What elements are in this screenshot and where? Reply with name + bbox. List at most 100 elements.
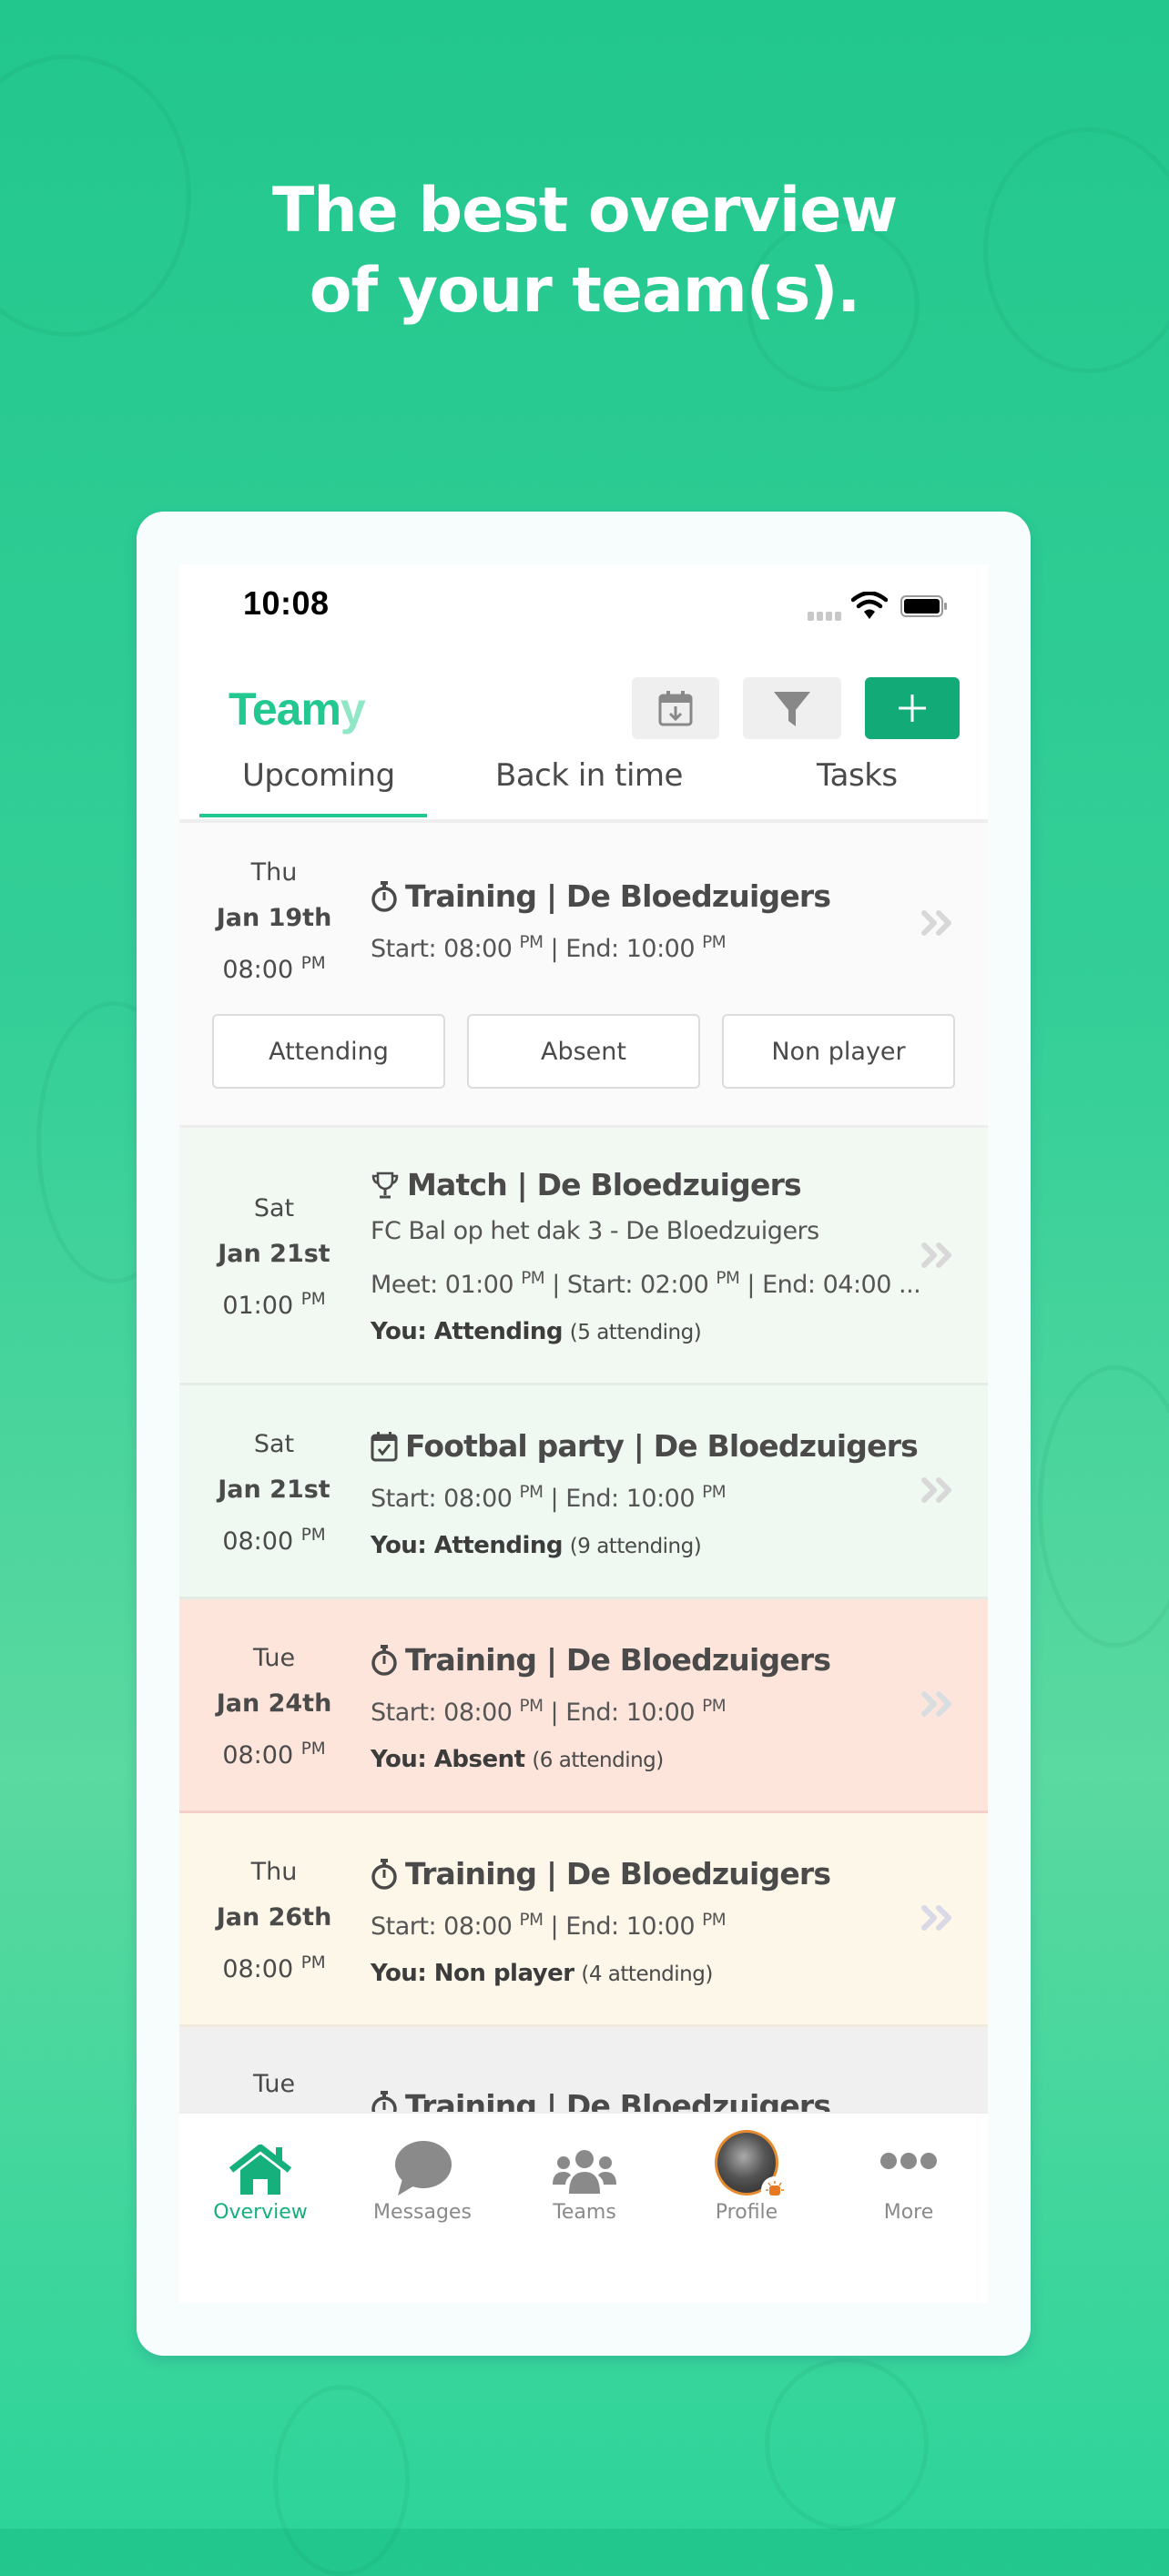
event-body: Training | De Bloedzuigers Start: 08:00 … [371, 1851, 917, 1997]
event-weekday: Sat [253, 1194, 295, 1222]
event-title: Training | De Bloedzuigers [371, 1851, 917, 1897]
event-times: Start: 08:00 PM | End: 10:00 PM [371, 1911, 727, 1941]
nav-label: Messages [373, 2201, 472, 2224]
nav-label: Teams [553, 2201, 616, 2224]
event-time: 01:00 PM [222, 1290, 326, 1320]
bottom-navigation: Overview Messages Teams Profile More [179, 2112, 988, 2303]
trophy-icon [371, 1171, 399, 1199]
background-doodle [1038, 1365, 1169, 1648]
event-date: Sat Jan 21st 08:00 PM [179, 1422, 369, 1565]
event-weekday: Sat [253, 1430, 295, 1458]
event-body: Match | De Bloedzuigers FC Bal op het da… [371, 1162, 921, 1355]
event-title: Training | De Bloedzuigers [371, 874, 917, 919]
app-screen: 10:08 Teamy Upcoming Back in time Tasks … [179, 564, 988, 2303]
event-weekday: Tue [252, 1644, 296, 1672]
event-subtitle: FC Bal op het dak 3 - De Bloedzuigers [371, 1217, 819, 1245]
filter-icon [774, 692, 810, 726]
attending-button[interactable]: Attending [212, 1014, 445, 1089]
group-icon [553, 2150, 616, 2194]
event-item[interactable]: Sat Jan 21st 01:00 PM Match | De Bloedzu… [179, 1128, 988, 1385]
filter-button[interactable] [743, 677, 841, 739]
tab-upcoming[interactable]: Upcoming [242, 757, 395, 794]
app-logo: Teamy [229, 683, 366, 735]
logo-text: Team [229, 684, 341, 735]
nav-teams[interactable]: Teams [503, 2126, 666, 2224]
event-title: Match | De Bloedzuigers [371, 1162, 917, 1208]
nav-messages[interactable]: Messages [341, 2126, 503, 2224]
event-times: Start: 08:00 PM | End: 10:00 PM [371, 933, 727, 963]
event-date: Sat Jan 21st 01:00 PM [179, 1186, 369, 1329]
event-time: 08:00 PM [222, 1739, 326, 1770]
stopwatch-icon [371, 1859, 397, 1890]
rsvp-buttons: Attending Absent Non player [212, 1014, 955, 1089]
background-doodle [765, 2358, 929, 2530]
tab-back-in-time[interactable]: Back in time [495, 757, 683, 794]
logo-accent: y [340, 684, 366, 735]
headline-line-2: of your team(s). [309, 255, 860, 327]
event-item[interactable]: Tue Jan 24th 08:00 PM Training | De Bloe… [179, 1599, 988, 1813]
event-date: Tue [179, 2062, 369, 2107]
event-title: Training | De Bloedzuigers [371, 1638, 917, 1683]
nav-profile[interactable]: Profile [666, 2126, 828, 2224]
double-chevron-right-icon[interactable] [920, 1242, 957, 1269]
wifi-icon [851, 592, 888, 619]
double-chevron-right-icon[interactable] [920, 909, 957, 937]
event-time: 08:00 PM [222, 1526, 326, 1556]
more-dots-icon [880, 2153, 937, 2169]
event-weekday: Thu [250, 1858, 298, 1886]
nav-more[interactable]: More [828, 2126, 988, 2224]
status-bar: 10:08 [179, 564, 988, 652]
cellular-signal-icon [808, 612, 841, 621]
double-chevron-right-icon[interactable] [920, 1476, 957, 1504]
event-body: Training | De Bloedzuigers Start: 08:00 … [371, 874, 917, 973]
background-doodle [273, 2385, 410, 2576]
app-header: Teamy [179, 664, 988, 746]
export-calendar-button[interactable] [632, 677, 719, 739]
event-list[interactable]: Thu Jan 19th 08:00 PM Training | De Bloe… [179, 823, 988, 2241]
stopwatch-icon [371, 881, 397, 912]
event-day: Jan 24th [216, 1689, 332, 1718]
event-attendance: You: Attending (9 attending) [371, 1532, 702, 1559]
calendar-download-icon [658, 691, 693, 726]
calendar-check-icon [371, 1432, 398, 1462]
avatar [715, 2130, 788, 2204]
chat-bubble-icon [395, 2141, 452, 2196]
home-icon [229, 2145, 292, 2195]
status-time: 10:08 [243, 584, 330, 622]
event-time: 08:00 PM [222, 954, 326, 984]
event-item[interactable]: Thu Jan 26th 08:00 PM Training | De Bloe… [179, 1813, 988, 2027]
event-body: Training | De Bloedzuigers Start: 08:00 … [371, 1638, 917, 1783]
event-date: Thu Jan 26th 08:00 PM [179, 1850, 369, 1993]
tab-tasks[interactable]: Tasks [817, 757, 898, 794]
event-title: Footbal party | De Bloedzuigers [371, 1424, 919, 1469]
battery-icon [900, 595, 947, 617]
event-time: 08:00 PM [222, 1953, 326, 1983]
event-attendance: You: Non player (4 attending) [371, 1960, 713, 1987]
event-day: Jan 21st [218, 1240, 330, 1268]
event-day: Jan 21st [218, 1476, 330, 1504]
nav-label: Overview [213, 2201, 308, 2224]
nav-overview[interactable]: Overview [179, 2126, 341, 2224]
add-event-button[interactable] [865, 677, 960, 739]
event-date: Tue Jan 24th 08:00 PM [179, 1636, 369, 1779]
event-date: Thu Jan 19th 08:00 PM [179, 850, 369, 993]
event-item[interactable]: Sat Jan 21st 08:00 PM Footbal party | De… [179, 1385, 988, 1599]
nav-label: More [883, 2201, 934, 2224]
absent-button[interactable]: Absent [467, 1014, 700, 1089]
event-day: Jan 26th [216, 1903, 332, 1932]
event-day: Jan 19th [216, 904, 332, 932]
fist-bump-badge-icon [761, 2176, 788, 2204]
event-attendance: You: Attending (5 attending) [371, 1318, 702, 1345]
event-item[interactable]: Thu Jan 19th 08:00 PM Training | De Bloe… [179, 823, 988, 1128]
event-times: Start: 08:00 PM | End: 10:00 PM [371, 1483, 727, 1513]
double-chevron-right-icon[interactable] [920, 1904, 957, 1932]
double-chevron-right-icon[interactable] [920, 1690, 957, 1718]
non-player-button[interactable]: Non player [722, 1014, 955, 1089]
event-times: Meet: 01:00 PM | Start: 02:00 PM | End: … [371, 1269, 921, 1299]
tab-bar: Upcoming Back in time Tasks [179, 746, 988, 823]
active-tab-indicator [199, 814, 427, 817]
event-attendance: You: Absent (6 attending) [371, 1746, 664, 1773]
stopwatch-icon [371, 1645, 397, 1676]
headline-line-1: The best overview [271, 175, 898, 247]
event-body: Footbal party | De Bloedzuigers Start: 0… [371, 1424, 919, 1569]
